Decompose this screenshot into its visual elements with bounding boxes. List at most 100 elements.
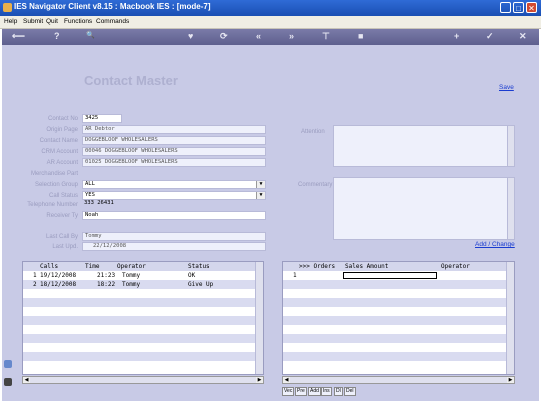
call-operator: Tommy [122, 272, 141, 279]
field-label-contact-name: Contact Name [39, 138, 78, 144]
rewind-icon[interactable]: « [256, 31, 261, 41]
tab-ins[interactable]: Ins [321, 387, 332, 396]
attention-textarea[interactable] [333, 125, 515, 167]
tab-del[interactable]: Del [344, 387, 356, 396]
scroll-left-icon[interactable]: ◀ [23, 377, 30, 383]
contact-name-field[interactable]: DOGGEBLOOF WHOLESALERS [82, 136, 266, 145]
field-label-call-status: Call Status [48, 193, 78, 199]
contact-no-field[interactable]: 3425 [82, 114, 122, 123]
scroll-right-icon[interactable]: ▶ [256, 377, 263, 383]
selection-group-select[interactable]: ALL ▼ [82, 180, 266, 189]
field-label-ar-account: AR Account [46, 160, 78, 166]
table-row[interactable] [283, 298, 514, 307]
table-row[interactable] [23, 334, 263, 343]
field-label-contact-no: Contact No [47, 116, 78, 122]
tab-dl[interactable]: Dl [334, 387, 343, 396]
field-label-crm-account: CRM Account [41, 149, 78, 155]
toolbar: ⟵ ? 🔍 ♥ ⟳ « » ⊤ ■ + ✓ ✕ [2, 29, 539, 45]
call-status: OK [188, 272, 196, 279]
table-row[interactable]: 1 [283, 271, 514, 280]
table-row[interactable] [23, 316, 263, 325]
table-row[interactable]: 2 18/12/2008 18:22 Tommy Give Up [23, 280, 263, 289]
filter-icon[interactable]: ⊤ [322, 31, 330, 42]
table-row[interactable] [283, 334, 514, 343]
ar-account-field[interactable]: 01025 DOGGEBLOOF WHOLESALERS [82, 158, 266, 167]
chevron-down-icon[interactable]: ▼ [256, 192, 265, 199]
commentary-scrollbar[interactable] [507, 178, 514, 239]
calls-grid-hscroll[interactable]: ◀ ▶ [22, 376, 264, 384]
attention-scrollbar[interactable] [507, 126, 514, 166]
crm-account-field[interactable]: 00046 DOGGEBLOOF WHOLESALERS [82, 147, 266, 156]
telephone-field[interactable]: 333 26431 [82, 200, 132, 209]
field-label-last-call-by: Last Call By [45, 234, 78, 240]
attention-label: Attention [301, 129, 325, 135]
receiver-field[interactable]: Noah [82, 211, 266, 220]
tab-vec[interactable]: Vec [282, 387, 295, 396]
row-number: 1 [33, 272, 37, 279]
menu-quit[interactable]: Quit [46, 18, 58, 25]
confirm-icon[interactable]: ✓ [486, 31, 494, 42]
menu-commands[interactable]: Commands [96, 18, 129, 25]
field-label-selection-group: Selection Group [34, 182, 78, 188]
table-row[interactable] [283, 352, 514, 361]
menu-submit[interactable]: Submit [23, 18, 43, 25]
add-change-link[interactable]: Add / Change [475, 241, 515, 248]
menu-functions[interactable]: Functions [64, 18, 92, 25]
calls-grid-header: Calls Time Operator Status [23, 262, 263, 271]
save-link[interactable]: Save [499, 84, 514, 91]
menu-help[interactable]: Help [4, 18, 17, 25]
last-call-by-field[interactable]: Tommy [82, 232, 266, 241]
table-row[interactable] [23, 298, 263, 307]
stop-icon[interactable]: ■ [358, 31, 363, 41]
forward-icon[interactable]: » [289, 31, 294, 41]
last-upd-field[interactable]: 22/12/2008 [82, 242, 266, 251]
row-number: 2 [33, 281, 37, 288]
call-date: 19/12/2008 [40, 272, 77, 279]
add-icon[interactable]: + [454, 31, 459, 41]
selection-group-value: ALL [85, 181, 95, 187]
history-icon[interactable]: ⟳ [220, 31, 228, 42]
help-icon[interactable]: ? [54, 31, 60, 41]
search-icon[interactable]: 🔍 [86, 31, 95, 39]
header-time: Time [85, 263, 100, 270]
table-row[interactable]: 1 19/12/2008 21:23 Tommy OK [23, 271, 263, 280]
field-label-telephone: Telephone Number [27, 202, 78, 208]
header-orders-operator: Operator [441, 263, 470, 270]
table-row[interactable] [23, 352, 263, 361]
back-icon[interactable]: ⟵ [12, 31, 25, 42]
call-date: 18/12/2008 [40, 281, 77, 288]
field-label-last-upd: Last Upd. [52, 244, 78, 250]
sidebar-help-icon[interactable] [4, 360, 12, 368]
header-operator: Operator [117, 263, 146, 270]
calls-grid-scrollbar[interactable] [255, 262, 263, 374]
orders-grid: >>> Orders Sales Amount Operator 1 [282, 261, 515, 375]
header-status: Status [188, 263, 210, 270]
field-label-receiver: Receiver Ty [46, 213, 78, 219]
minimize-icon[interactable]: _ [500, 2, 511, 13]
orders-grid-scrollbar[interactable] [506, 262, 514, 374]
scroll-left-icon[interactable]: ◀ [283, 377, 290, 383]
orders-grid-hscroll[interactable]: ◀ ▶ [282, 376, 515, 384]
sidebar-tool-icon[interactable] [4, 378, 12, 386]
chevron-down-icon[interactable]: ▼ [256, 181, 265, 188]
favorite-icon[interactable]: ♥ [188, 31, 193, 41]
close-icon[interactable]: ✕ [519, 31, 527, 42]
commentary-textarea[interactable] [333, 177, 515, 240]
origin-page-field[interactable]: AR Debtor [82, 125, 266, 134]
sales-amount-input[interactable] [343, 272, 437, 279]
call-operator: Tommy [122, 281, 141, 288]
call-status: Give Up [188, 281, 214, 288]
tab-pre[interactable]: Pre [295, 387, 307, 396]
tab-add[interactable]: Add [308, 387, 321, 396]
maximize-icon[interactable]: □ [513, 2, 524, 13]
table-row[interactable] [283, 280, 514, 289]
scroll-right-icon[interactable]: ▶ [507, 377, 514, 383]
window-title: IES Navigator Client v8.15 : Macbook IES… [14, 2, 211, 11]
table-row[interactable] [283, 316, 514, 325]
row-number: 1 [293, 272, 297, 279]
call-time: 21:23 [97, 272, 116, 279]
header-calls: Calls [40, 263, 59, 270]
call-status-select[interactable]: YES ▼ [82, 191, 266, 200]
title-bar: IES Navigator Client v8.15 : Macbook IES… [0, 0, 541, 16]
close-window-icon[interactable]: ✕ [526, 2, 537, 13]
